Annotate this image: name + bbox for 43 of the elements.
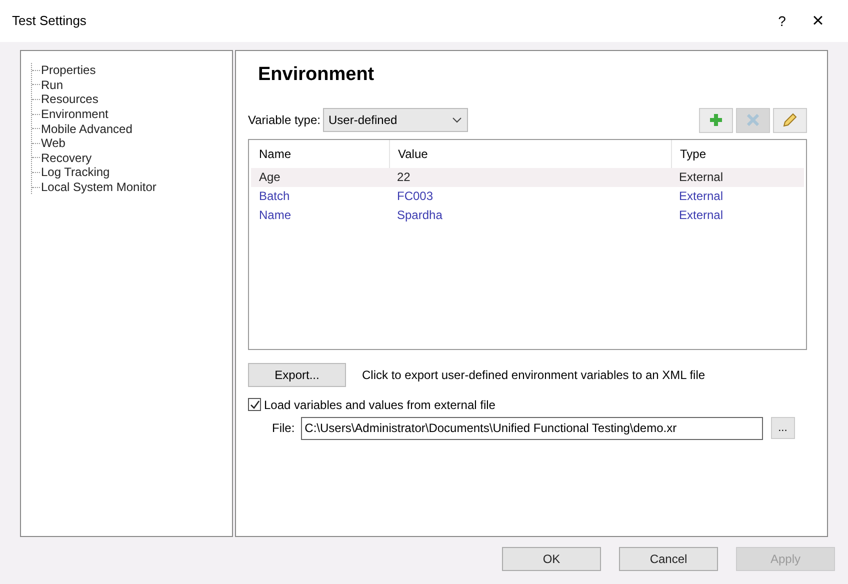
table-cell-text: External (678, 188, 724, 205)
tree-item[interactable]: Web (41, 136, 66, 150)
table-cell-text: Age (258, 169, 282, 186)
file-label: File: (272, 420, 295, 437)
table-cell-text: FC003 (396, 188, 434, 205)
tree-item[interactable]: Run (41, 78, 64, 92)
table-row[interactable]: Batch FC003 External (251, 186, 804, 206)
table-cell-text: Spardha (396, 207, 444, 224)
tree-item[interactable]: Mobile Advanced (41, 122, 132, 136)
pencil-icon (782, 112, 798, 128)
chevron-down-icon (452, 117, 462, 123)
help-button[interactable]: ? (764, 10, 800, 32)
table-cell-text: 22 (396, 169, 412, 186)
window-title: Test Settings (12, 12, 88, 30)
x-icon (747, 114, 759, 126)
variable-type-dropdown[interactable]: User-defined (322, 108, 468, 132)
table-cell-text: Name (258, 207, 292, 224)
export-hint: Click to export user-defined environment variables to an XML file (362, 366, 706, 384)
plus-icon (710, 114, 722, 126)
variable-type-label: Variable type: (248, 112, 320, 129)
table-cell-text: Batch (258, 188, 291, 205)
close-button[interactable]: × (800, 6, 836, 36)
add-button[interactable] (699, 108, 733, 132)
dialog-button[interactable]: Cancel (619, 547, 718, 571)
section-heading: Environment (258, 63, 376, 87)
table-row[interactable]: Name Spardha External (251, 206, 804, 224)
load-checkbox-label: Load variables and values from external file (264, 396, 496, 414)
table-cell-text: External (678, 207, 724, 224)
edit-button[interactable] (773, 108, 807, 132)
tree-item[interactable]: Local System Monitor (41, 180, 156, 194)
tree-item[interactable]: Log Tracking (41, 165, 110, 180)
file-path-field[interactable]: C:\Users\Administrator\Documents\Unified Functional Testing\demo.xr (300, 416, 763, 440)
tree-item[interactable]: Recovery (41, 150, 92, 165)
column-header[interactable]: Name (251, 140, 389, 168)
tree-item[interactable]: Resources (41, 92, 98, 106)
dialog-button[interactable]: OK (502, 547, 601, 571)
table-row[interactable]: Age 22 External (251, 168, 804, 186)
table-cell-text: External (678, 169, 724, 186)
load-checkbox[interactable] (248, 398, 261, 411)
export-button[interactable]: Export... (248, 362, 346, 386)
tree-item[interactable]: Properties (41, 63, 96, 78)
browse-button[interactable]: ... (770, 417, 795, 439)
tree-item[interactable]: Environment (41, 107, 108, 122)
